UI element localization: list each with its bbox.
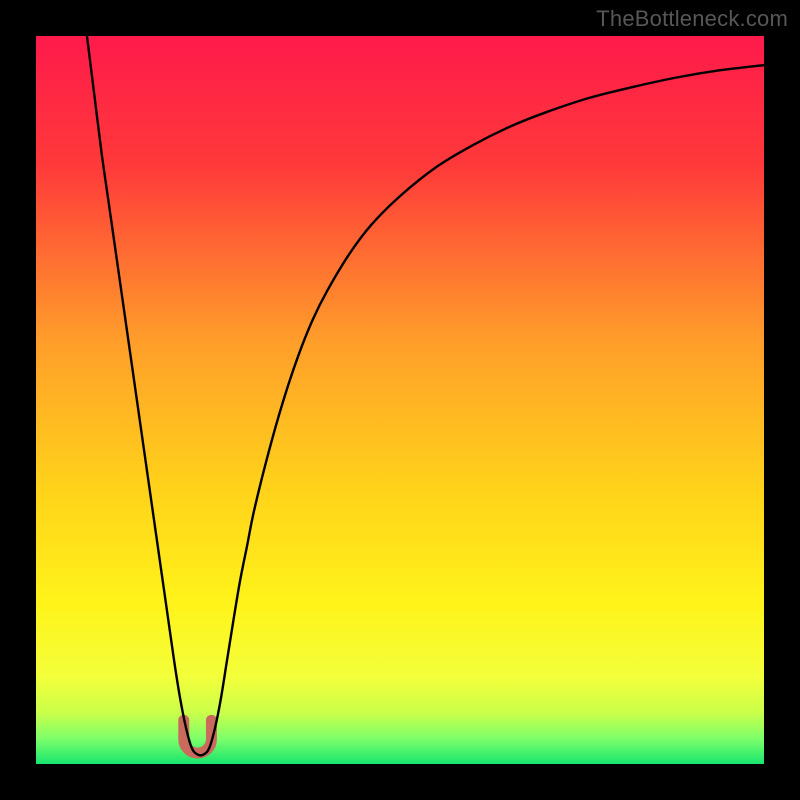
watermark-text: TheBottleneck.com xyxy=(596,6,788,32)
plot-area xyxy=(36,36,764,764)
chart-frame: TheBottleneck.com xyxy=(0,0,800,800)
gradient-background xyxy=(36,36,764,764)
chart-svg xyxy=(36,36,764,764)
